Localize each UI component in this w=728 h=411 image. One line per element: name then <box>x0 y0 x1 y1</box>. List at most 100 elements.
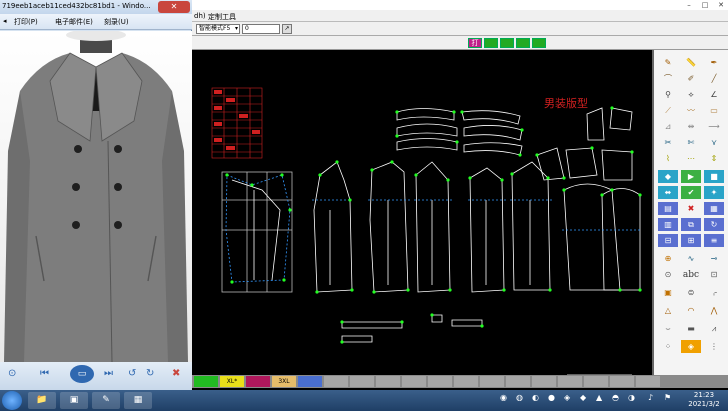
palette-swatch[interactable] <box>246 376 270 387</box>
grain-icon[interactable]: ⇕ <box>704 152 724 165</box>
point-tool-icon[interactable] <box>532 38 546 48</box>
more-icon[interactable]: ⋮ <box>704 340 724 353</box>
tray-icon-9[interactable]: ◑ <box>628 393 635 402</box>
slant-ruler-icon[interactable]: ⟋ <box>658 104 678 117</box>
mode-select[interactable]: 智能模式F5 <box>196 24 240 34</box>
palette-swatch[interactable] <box>324 376 348 387</box>
join-icon[interactable]: ⊞ <box>681 234 701 247</box>
divider-icon[interactable]: ⟡ <box>681 88 701 101</box>
piece-icon[interactable]: ▤ <box>658 202 678 215</box>
layout-icon[interactable]: ▥ <box>658 218 678 231</box>
triangle-icon[interactable]: △ <box>658 304 678 317</box>
tray-icon-8[interactable]: ◓ <box>612 393 619 402</box>
viewer-burn-menu[interactable]: 刻录(U) <box>104 17 129 27</box>
tray-icon-4[interactable]: ● <box>548 393 555 402</box>
drawing-canvas[interactable]: 男装版型 <box>192 50 652 376</box>
align-icon[interactable]: ≡ <box>704 234 724 247</box>
hem-icon[interactable]: ⌣ <box>658 322 678 335</box>
check-icon[interactable]: ✔ <box>681 186 701 199</box>
tray-icon-3[interactable]: ◐ <box>532 393 539 402</box>
palette-swatch[interactable] <box>376 376 400 387</box>
viewer-close-button[interactable]: ✕ <box>158 1 190 13</box>
dart-icon[interactable]: ⋀ <box>704 304 724 317</box>
maximize-button[interactable]: □ <box>700 0 710 10</box>
drill-icon[interactable]: ⊙ <box>658 268 678 281</box>
viewer-print-menu[interactable]: 打印(P) <box>14 17 38 27</box>
palette-swatch[interactable] <box>532 376 556 387</box>
palette-swatch[interactable] <box>298 376 322 387</box>
pencil-tool-icon[interactable]: ✎ <box>658 56 678 69</box>
start-button[interactable] <box>2 391 22 410</box>
next-icon[interactable]: ⏭ <box>104 368 113 379</box>
bag-icon[interactable]: ▣ <box>658 286 678 299</box>
palette-swatch[interactable] <box>428 376 452 387</box>
palette-swatch[interactable]: XL* <box>220 376 244 387</box>
block-cyan-icon[interactable]: ■ <box>704 170 724 183</box>
seam-icon[interactable]: ⋯ <box>681 152 701 165</box>
tape-icon[interactable]: 〰 <box>681 104 701 117</box>
viewer-back-icon[interactable]: ◂ <box>3 17 7 25</box>
close-button[interactable]: ✕ <box>716 0 726 10</box>
network-icon[interactable]: ⚑ <box>664 393 671 402</box>
notch-icon[interactable]: ⋎ <box>704 136 724 149</box>
curve-tool-icon[interactable] <box>500 38 514 48</box>
print-button[interactable]: 打 <box>468 38 482 48</box>
palette-swatch[interactable] <box>454 376 478 387</box>
rotate-left-icon[interactable]: ↺ <box>128 368 136 379</box>
apply-button[interactable]: ↗ <box>282 24 292 34</box>
taskbar-app-icon-3[interactable]: ▦ <box>124 392 152 409</box>
palette-swatch[interactable] <box>480 376 504 387</box>
curve-ruler-icon[interactable]: ⌒ <box>658 72 678 85</box>
line-tool-icon[interactable] <box>484 38 498 48</box>
text-tool[interactable]: abc <box>681 268 701 281</box>
pin-icon[interactable]: ⊸ <box>704 252 724 265</box>
dot-grid-icon[interactable]: ⁘ <box>658 340 678 353</box>
volume-icon[interactable]: ♪ <box>648 393 653 402</box>
label-icon[interactable]: ⊡ <box>704 268 724 281</box>
tray-icon-1[interactable]: ◉ <box>500 393 507 402</box>
taskbar-explorer-icon[interactable]: 📁 <box>28 392 56 409</box>
mirror-icon[interactable]: ⧉ <box>681 218 701 231</box>
ruler-tool-icon[interactable]: 📏 <box>681 56 701 69</box>
star-icon[interactable]: ✦ <box>704 186 724 199</box>
menu-item-custom-tools[interactable]: 定制工具 <box>208 12 236 22</box>
rotate-icon[interactable]: ↻ <box>704 218 724 231</box>
taskbar-clock[interactable]: 21:23 2021/3/2 <box>682 391 726 409</box>
prev-icon[interactable]: ⏮ <box>40 368 49 379</box>
fold-icon[interactable]: ⌌ <box>704 286 724 299</box>
stamp-icon[interactable]: ⊜ <box>681 286 701 299</box>
zoom-icon[interactable]: ⊙ <box>8 368 16 379</box>
compass-icon[interactable]: ⚲ <box>658 88 678 101</box>
wave-icon[interactable]: ∿ <box>681 252 701 265</box>
tray-icon-6[interactable]: ◆ <box>580 393 586 402</box>
chalk-icon[interactable]: ▭ <box>704 104 724 117</box>
palette-swatch[interactable] <box>584 376 608 387</box>
arrow-line-icon[interactable]: ⟶ <box>704 120 724 133</box>
block-green-icon[interactable]: ▶ <box>681 170 701 183</box>
split-icon[interactable]: ⊟ <box>658 234 678 247</box>
scissors-icon[interactable]: ✂ <box>658 136 678 149</box>
tray-icon-5[interactable]: ◈ <box>564 393 570 402</box>
tray-icon-2[interactable]: ◍ <box>516 393 523 402</box>
tray-icon-7[interactable]: ▲ <box>596 393 602 402</box>
needle-icon[interactable]: ╱ <box>704 72 724 85</box>
brand-icon[interactable]: ◈ <box>681 340 701 353</box>
slideshow-button[interactable]: ▭ <box>70 365 94 383</box>
palette-swatch[interactable]: 3XL <box>272 376 296 387</box>
palette-swatch[interactable] <box>610 376 634 387</box>
palette-swatch[interactable] <box>506 376 530 387</box>
move-icon[interactable]: ⬌ <box>658 186 678 199</box>
palette-swatch[interactable] <box>402 376 426 387</box>
palette-swatch[interactable] <box>194 376 218 387</box>
belt-icon[interactable]: ▬ <box>681 322 701 335</box>
palette-swatch[interactable] <box>558 376 582 387</box>
line-measure-icon[interactable]: ⇹ <box>681 120 701 133</box>
palette-swatch[interactable] <box>636 376 660 387</box>
pleat-icon[interactable]: ⩘ <box>704 322 724 335</box>
delete-photo-icon[interactable]: ✖ <box>172 368 180 379</box>
slant-tool-icon[interactable] <box>516 38 530 48</box>
delete-icon[interactable]: ✖ <box>681 202 701 215</box>
value-input[interactable]: 0 <box>242 24 280 34</box>
taskbar-app-icon-1[interactable]: ▣ <box>60 392 88 409</box>
cut-icon[interactable]: ✄ <box>681 136 701 149</box>
